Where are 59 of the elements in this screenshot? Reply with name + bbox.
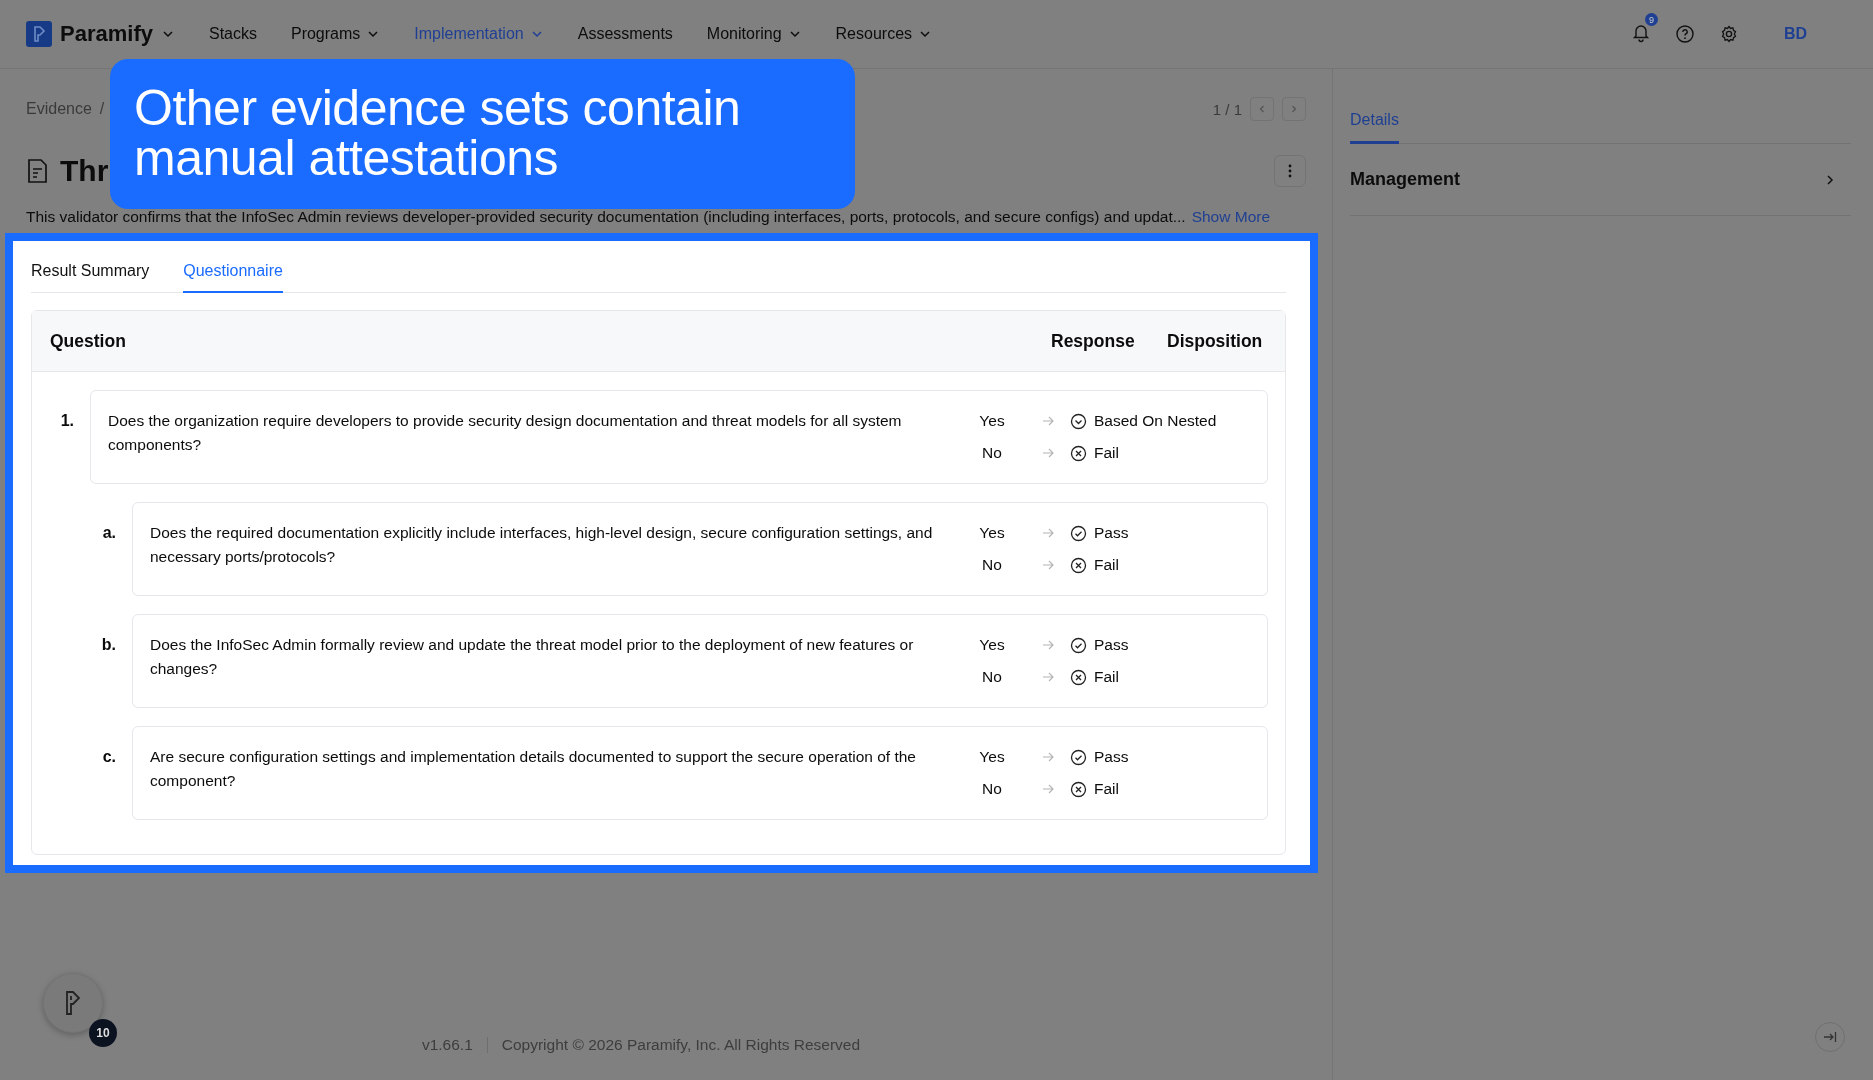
question-text: Does the required documentation explicitly include interfaces, high-level design, secure configuration settings, and necessary ports/protocols?: [150, 523, 934, 567]
nav-item[interactable]: Assessments: [577, 25, 673, 43]
x-circle-icon: [1070, 444, 1087, 462]
question-number: b.: [101, 636, 116, 653]
tab[interactable]: Questionnaire: [183, 255, 283, 293]
version-label: v1.66.1: [421, 1036, 473, 1054]
disposition-label: Based On Nested: [1094, 412, 1217, 430]
response-answer: Yes: [978, 412, 1006, 430]
disposition-label: Fail: [1094, 556, 1119, 574]
chevron-circle-icon: [1070, 412, 1087, 430]
nav-item[interactable]: Programs: [290, 25, 381, 43]
tab[interactable]: Result Summary: [31, 255, 150, 293]
response-answer: Yes: [978, 748, 1006, 766]
disposition-label: Pass: [1094, 524, 1129, 542]
copyright-text: Copyright © 2026 Paramify, Inc. All Rights Reserved: [501, 1036, 861, 1054]
x-circle-icon: [1070, 668, 1087, 686]
disposition-label: Fail: [1094, 780, 1119, 798]
question-text: Does the organization require developers to provide security design documentation and threat models for all system components?: [108, 411, 903, 455]
logo-icon[interactable]: [26, 21, 52, 47]
check-circle-icon: [1070, 524, 1087, 542]
kebab-icon[interactable]: [1288, 164, 1292, 178]
check-circle-icon: [1070, 636, 1087, 654]
question-text: Does the InfoSec Admin formally review and update the threat model prior to the deployment of new features or changes?: [150, 635, 915, 679]
description-text: This validator confirms that the InfoSec Admin reviews developer-provided security documentation (including interfaces, ports, protocols, and secure configs) and updat...: [26, 207, 1186, 227]
breadcrumb-link[interactable]: Evidence: [26, 100, 92, 118]
response-answer: No: [981, 556, 1003, 574]
disposition-label: Pass: [1094, 748, 1129, 766]
response-answer: No: [981, 668, 1003, 686]
disposition-label: Pass: [1094, 636, 1129, 654]
x-circle-icon: [1070, 780, 1087, 798]
response-answer: Yes: [978, 524, 1006, 542]
check-circle-icon: [1070, 748, 1087, 766]
response-answer: Yes: [978, 636, 1006, 654]
response-answer: No: [981, 444, 1003, 462]
x-circle-icon: [1070, 556, 1087, 574]
help-icon[interactable]: [1673, 23, 1696, 45]
question-number: a.: [102, 524, 116, 541]
disposition-label: Fail: [1094, 444, 1119, 462]
page-title: Thr: [60, 154, 109, 188]
nav-item[interactable]: Monitoring: [706, 25, 802, 43]
sidebar-section[interactable]: Management: [1350, 144, 1851, 216]
question-number: 1.: [60, 412, 74, 429]
breadcrumb-separator: /: [99, 100, 105, 118]
pager-count: 1 / 1: [1212, 100, 1242, 118]
response-answer: No: [981, 780, 1003, 798]
collapse-icon[interactable]: [1822, 1029, 1838, 1045]
document-icon: [26, 158, 50, 184]
nav-item[interactable]: Stacks: [208, 25, 257, 43]
column-header: Question: [50, 330, 127, 352]
column-header: Response: [1051, 330, 1136, 352]
question-text: Are secure configuration settings and implementation details documented to support the secure operation of the component?: [150, 747, 917, 791]
brand-name[interactable]: Paramify: [60, 21, 153, 47]
disposition-label: Fail: [1094, 668, 1119, 686]
notification-badge: 9: [1644, 13, 1658, 26]
nav-item[interactable]: Resources: [835, 25, 933, 43]
column-header: Disposition: [1167, 330, 1264, 352]
count-badge: 10: [89, 1019, 117, 1047]
tutorial-callout: Other evidence sets contain manual attestations: [110, 59, 855, 209]
question-number: c.: [102, 748, 116, 765]
